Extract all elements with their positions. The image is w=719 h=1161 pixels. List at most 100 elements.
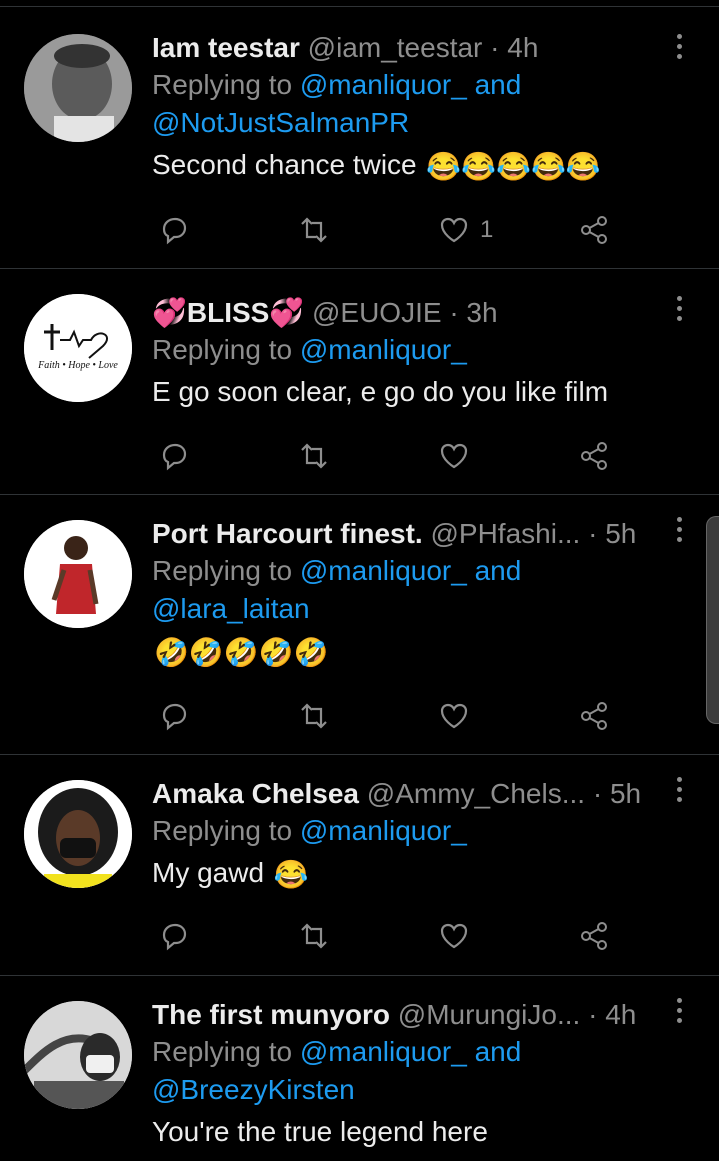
retweet-button[interactable]	[298, 210, 330, 250]
more-vertical-icon[interactable]	[671, 517, 687, 547]
tweet-divider	[0, 494, 719, 495]
mention-link[interactable]: @manliquor_	[300, 1036, 467, 1067]
share-icon	[581, 922, 607, 950]
reply-icon	[162, 703, 187, 731]
mention-link[interactable]: @manliquor_	[300, 815, 467, 846]
like-count: 1	[480, 216, 494, 243]
display-name[interactable]: The first munyoro	[152, 999, 390, 1030]
share-icon	[581, 216, 607, 244]
avatar-caption: Faith • Hope • Love	[37, 360, 118, 371]
more-vertical-icon[interactable]	[671, 296, 687, 326]
like-button[interactable]	[438, 916, 470, 956]
replying-to: Replying to @manliquor_ and	[152, 552, 649, 590]
avatar[interactable]: Faith • Hope • Love	[24, 294, 132, 402]
mention-link[interactable]: @BreezyKirsten	[152, 1074, 355, 1105]
more-vertical-icon[interactable]	[671, 34, 687, 64]
avatar[interactable]	[24, 1001, 132, 1109]
mention-link[interactable]: @manliquor_	[300, 69, 467, 100]
mention-link[interactable]: @manliquor_	[300, 555, 467, 586]
dot-separator: ·	[588, 999, 598, 1030]
more-vertical-icon[interactable]	[671, 777, 687, 807]
and-text: and	[474, 69, 522, 100]
tweet-emoji: 😂😂😂😂😂	[426, 150, 601, 182]
tweet-emoji: 😂	[273, 858, 309, 890]
avatar[interactable]	[24, 34, 132, 142]
reply-icon	[162, 217, 187, 245]
timestamp[interactable]: 4h	[605, 999, 636, 1030]
retweet-button[interactable]	[298, 916, 330, 956]
dot-separator: ·	[592, 778, 603, 809]
tweet-divider	[0, 754, 719, 755]
replying-prefix: Replying to	[152, 69, 293, 100]
like-button[interactable]	[438, 436, 470, 476]
avatar-image	[24, 34, 132, 142]
heart-icon	[440, 217, 468, 243]
tweet-text: Second chance twice 😂😂😂😂😂	[152, 146, 649, 186]
replying-prefix: Replying to	[152, 334, 293, 365]
tweet-text: You're the true legend here	[152, 1116, 488, 1147]
share-button[interactable]	[578, 916, 610, 956]
retweet-button[interactable]	[298, 696, 330, 736]
timestamp[interactable]: 4h	[507, 32, 538, 63]
retweet-icon	[301, 217, 327, 243]
replying-to: Replying to @manliquor_ and	[152, 1033, 649, 1071]
replying-to: Replying to @manliquor_ and	[152, 66, 649, 104]
replying-prefix: Replying to	[152, 555, 293, 586]
like-button[interactable]: 1	[438, 210, 493, 250]
timestamp[interactable]: 5h	[610, 778, 641, 809]
and-text: and	[474, 1036, 522, 1067]
handle[interactable]: @PHfashi...	[430, 518, 580, 549]
replying-to: Replying to @manliquor_	[152, 331, 649, 369]
replying-prefix: Replying to	[152, 1036, 293, 1067]
avatar[interactable]	[24, 780, 132, 888]
reply-icon	[162, 443, 187, 471]
tweet-divider	[0, 268, 719, 269]
replying-prefix: Replying to	[152, 815, 293, 846]
dot-separator: ·	[449, 297, 459, 328]
avatar-image	[24, 520, 132, 628]
share-icon	[581, 702, 607, 730]
handle[interactable]: @MurungiJo...	[398, 999, 581, 1030]
avatar-image: Faith • Hope • Love	[24, 294, 132, 402]
tweet-text-body: My gawd	[152, 857, 265, 888]
retweet-icon	[301, 703, 327, 729]
more-vertical-icon[interactable]	[671, 998, 687, 1028]
tweet-text: My gawd 😂	[152, 854, 649, 894]
display-name[interactable]: 💞BLISS💞	[152, 297, 304, 328]
avatar-image	[24, 1001, 132, 1109]
share-button[interactable]	[578, 210, 610, 250]
top-divider	[0, 6, 719, 7]
timestamp[interactable]: 3h	[466, 297, 497, 328]
scrollbar-handle[interactable]	[706, 516, 719, 724]
tweet-emoji: 🤣🤣🤣🤣🤣	[154, 636, 329, 668]
reply-icon	[162, 923, 187, 951]
retweet-button[interactable]	[298, 436, 330, 476]
dot-separator: ·	[588, 518, 598, 549]
reply-button[interactable]	[158, 210, 190, 250]
share-button[interactable]	[578, 696, 610, 736]
mention-link[interactable]: @lara_laitan	[152, 593, 310, 624]
share-icon	[581, 442, 607, 470]
display-name[interactable]: Port Harcourt finest.	[152, 518, 423, 549]
dot-separator: ·	[490, 32, 500, 63]
like-button[interactable]	[438, 696, 470, 736]
avatar[interactable]	[24, 520, 132, 628]
retweet-icon	[301, 923, 327, 949]
tweet-divider	[0, 975, 719, 976]
display-name[interactable]: Amaka Chelsea	[152, 778, 359, 809]
reply-button[interactable]	[158, 696, 190, 736]
timestamp[interactable]: 5h	[605, 518, 636, 549]
tweet-text: E go soon clear, e go do you like film	[152, 376, 609, 407]
heart-icon	[440, 443, 468, 469]
reply-button[interactable]	[158, 436, 190, 476]
handle[interactable]: @EUOJIE	[312, 297, 442, 328]
tweet-text-body: Second chance twice	[152, 149, 417, 180]
handle[interactable]: @iam_teestar	[308, 32, 483, 63]
display-name[interactable]: Iam teestar	[152, 32, 300, 63]
reply-button[interactable]	[158, 916, 190, 956]
mention-link[interactable]: @manliquor_	[300, 334, 467, 365]
and-text: and	[474, 555, 522, 586]
mention-link[interactable]: @NotJustSalmanPR	[152, 107, 409, 138]
share-button[interactable]	[578, 436, 610, 476]
handle[interactable]: @Ammy_Chels...	[367, 778, 585, 809]
